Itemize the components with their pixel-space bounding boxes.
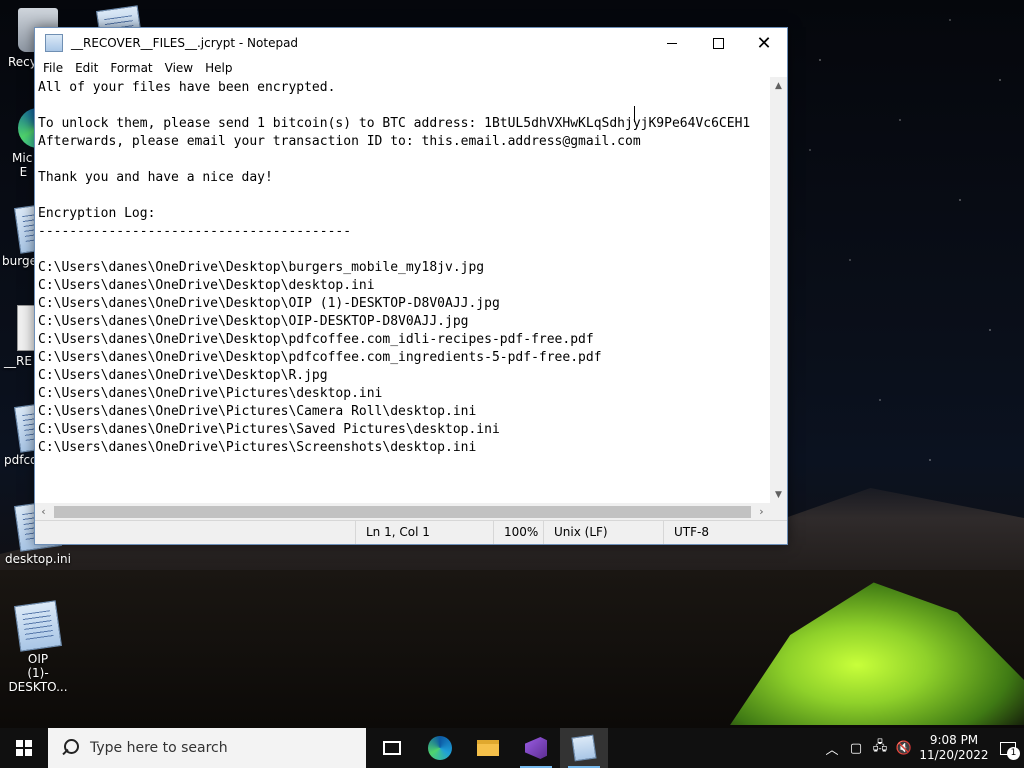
chevron-up-icon[interactable]: ︿ — [820, 739, 844, 758]
maximize-button[interactable] — [695, 28, 741, 58]
status-zoom: 100% — [493, 521, 538, 544]
taskbar-edge[interactable] — [416, 728, 464, 768]
search-placeholder: Type here to search — [90, 740, 228, 756]
folder-icon — [477, 740, 499, 756]
close-icon: ✕ — [756, 32, 772, 54]
task-view-icon — [383, 741, 401, 755]
taskbar: Type here to search ︿ ▢ 🖧 🔇 9:08 PM 11/2… — [0, 728, 1024, 768]
volume-muted-icon[interactable]: 🔇 — [892, 741, 916, 756]
notepad-file-icon — [14, 600, 62, 652]
search-icon — [60, 738, 80, 758]
taskbar-file-explorer[interactable] — [464, 728, 512, 768]
scroll-right-arrow-icon[interactable]: › — [753, 503, 770, 520]
action-center-button[interactable]: 1 — [992, 728, 1024, 768]
desktop-icon-label: OIP (1)-DESKTO... — [8, 652, 68, 694]
notepad-app-icon[interactable] — [45, 34, 63, 52]
title-bar[interactable]: __RECOVER__FILES__.jcrypt - Notepad ✕ — [35, 28, 787, 58]
vertical-scrollbar[interactable]: ▲ ▼ — [770, 77, 787, 503]
notification-badge: 1 — [1007, 747, 1020, 760]
scroll-left-arrow-icon[interactable]: ‹ — [35, 503, 52, 520]
text-editor[interactable]: All of your files have been encrypted. T… — [35, 77, 770, 503]
status-bar: Ln 1, Col 1 100% Unix (LF) UTF-8 — [35, 520, 787, 544]
taskbar-visual-studio[interactable] — [512, 728, 560, 768]
scroll-up-arrow-icon[interactable]: ▲ — [770, 77, 787, 94]
start-button[interactable] — [0, 728, 48, 768]
menu-bar: File Edit Format View Help — [35, 58, 787, 77]
desktop: Recy Mic E burge __RE pdfco desktop.ini … — [0, 0, 1024, 728]
system-tray: ︿ ▢ 🖧 🔇 9:08 PM 11/20/2022 1 — [820, 728, 1024, 768]
desktop-icon-oip[interactable]: OIP (1)-DESKTO... — [0, 600, 76, 694]
scrollbar-corner — [770, 503, 787, 520]
edge-icon — [428, 736, 452, 760]
text-cursor-ibeam-icon — [634, 106, 635, 122]
taskbar-search-box[interactable]: Type here to search — [48, 728, 366, 768]
menu-format[interactable]: Format — [104, 61, 158, 75]
clock[interactable]: 9:08 PM 11/20/2022 — [916, 733, 992, 763]
close-button[interactable]: ✕ — [741, 28, 787, 58]
network-icon[interactable]: 🖧 — [868, 737, 892, 759]
status-encoding: UTF-8 — [663, 521, 709, 544]
minimize-button[interactable] — [649, 28, 695, 58]
taskbar-notepad[interactable] — [560, 728, 608, 768]
notepad-icon — [571, 734, 597, 762]
status-position: Ln 1, Col 1 — [355, 521, 430, 544]
menu-help[interactable]: Help — [199, 61, 238, 75]
meet-now-icon[interactable]: ▢ — [844, 741, 868, 756]
horizontal-scrollbar[interactable]: ‹ › — [35, 503, 770, 520]
desktop-icon-label: desktop.ini — [5, 552, 71, 566]
window-title: __RECOVER__FILES__.jcrypt - Notepad — [71, 36, 299, 50]
editor-content[interactable]: All of your files have been encrypted. T… — [35, 77, 770, 457]
menu-view[interactable]: View — [159, 61, 199, 75]
clock-time: 9:08 PM — [929, 733, 979, 747]
status-line-ending: Unix (LF) — [543, 521, 608, 544]
task-view-button[interactable] — [368, 728, 416, 768]
notepad-window: __RECOVER__FILES__.jcrypt - Notepad ✕ Fi… — [34, 27, 788, 545]
clock-date: 11/20/2022 — [919, 748, 989, 762]
visual-studio-icon — [525, 737, 547, 759]
horizontal-scroll-thumb[interactable] — [54, 505, 751, 518]
windows-logo-icon — [16, 740, 32, 756]
menu-file[interactable]: File — [37, 61, 69, 75]
scroll-down-arrow-icon[interactable]: ▼ — [770, 486, 787, 503]
menu-edit[interactable]: Edit — [69, 61, 104, 75]
